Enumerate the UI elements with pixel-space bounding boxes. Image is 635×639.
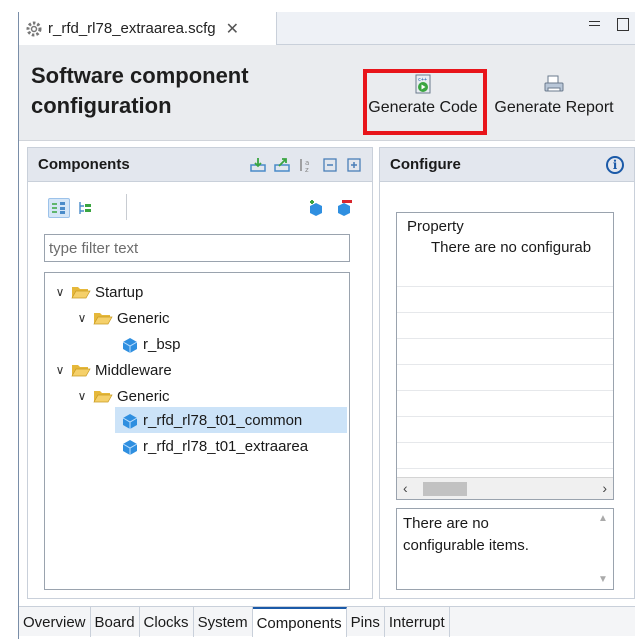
property-row (397, 391, 613, 417)
property-row (397, 417, 613, 443)
property-row (397, 261, 613, 287)
toolbar-separator (126, 194, 127, 220)
tab-pins[interactable]: Pins (347, 607, 385, 637)
folder-open-icon (93, 313, 113, 325)
sort-icon[interactable]: a z (298, 157, 314, 173)
gear-icon (26, 21, 42, 36)
scroll-left-icon[interactable]: ‹ (403, 480, 408, 496)
folder-open-icon (71, 365, 91, 377)
tab-board[interactable]: Board (91, 607, 140, 637)
filter-input[interactable] (44, 234, 350, 262)
chevron-down-icon[interactable]: ∨ (75, 311, 89, 325)
tab-clocks[interactable]: Clocks (140, 607, 194, 637)
components-panel-header: Components a z (28, 148, 372, 182)
configuration-header: Software component configuration c++ Gen… (19, 45, 635, 141)
tab-interrupt[interactable]: Interrupt (385, 607, 450, 637)
editor-tabstrip: r_rfd_rl78_extraarea.scfg ✕ (19, 12, 635, 45)
export-icon[interactable] (274, 157, 290, 173)
category-view-icon (52, 202, 65, 214)
import-icon[interactable] (250, 157, 266, 173)
view-mode-toolbar (48, 198, 96, 218)
editor-tab[interactable]: r_rfd_rl78_extraarea.scfg ✕ (19, 12, 277, 45)
category-view-button[interactable] (48, 198, 70, 218)
components-toolbar: a z (250, 157, 362, 173)
window-controls (588, 16, 630, 31)
configure-panel: Configure i Property There are no config… (379, 147, 635, 599)
tree-label: Generic (117, 309, 170, 327)
component-add-remove (306, 198, 354, 216)
components-panel: Components a z type filter text ∨ Startu… (27, 147, 373, 599)
editor-tab-title: r_rfd_rl78_extraarea.scfg (48, 20, 216, 37)
tree-node-r-bsp[interactable]: r_bsp (121, 331, 181, 357)
folder-open-icon (93, 391, 113, 403)
property-table: Property There are no configurab ‹ › (396, 212, 614, 500)
tab-components[interactable]: Components (252, 607, 347, 637)
component-cube-icon (122, 440, 138, 455)
property-row (397, 313, 613, 339)
tree-label: Generic (117, 387, 170, 405)
component-cube-icon (122, 338, 138, 353)
property-empty-message: There are no configurab (431, 239, 592, 256)
generate-report-button[interactable]: Generate Report (489, 73, 619, 117)
tree-label: r_rfd_rl78_t01_extraarea (143, 437, 309, 455)
folder-open-icon (71, 287, 91, 299)
svg-text:z: z (305, 166, 309, 173)
tree-label: Startup (95, 283, 144, 301)
component-cube-icon (122, 414, 138, 429)
scroll-right-icon[interactable]: › (602, 480, 607, 496)
editor-frame: r_rfd_rl78_extraarea.scfg ✕ Software com… (18, 12, 635, 639)
chevron-down-icon[interactable]: ∨ (53, 285, 67, 299)
minimize-icon[interactable] (588, 16, 602, 30)
add-component-icon[interactable] (306, 198, 324, 216)
chevron-down-icon[interactable]: ∨ (75, 389, 89, 403)
tree-node-generic-middleware[interactable]: ∨ Generic (75, 383, 170, 409)
property-row (397, 443, 613, 469)
tree-node-startup[interactable]: ∨ Startup (53, 279, 144, 305)
property-column-header: Property (407, 218, 464, 235)
collapse-all-icon[interactable] (322, 157, 338, 173)
description-box: There are no configurable items. ▲ ▼ (396, 508, 614, 590)
maximize-icon[interactable] (616, 16, 630, 31)
remove-component-icon[interactable] (336, 198, 354, 216)
property-row (397, 365, 613, 391)
info-icon[interactable]: i (606, 156, 624, 174)
scroll-up-icon[interactable]: ▲ (598, 513, 608, 524)
tree-label: r_rfd_rl78_t01_common (143, 411, 303, 429)
components-panel-title: Components (38, 156, 130, 173)
tree-label: r_bsp (143, 335, 181, 353)
tree-node-r-rfd-rl78-t01-extraarea[interactable]: r_rfd_rl78_t01_extraarea (121, 433, 308, 459)
scrollbar-thumb[interactable] (423, 482, 467, 496)
tree-node-middleware[interactable]: ∨ Middleware (53, 357, 172, 383)
description-text: There are no configurable items. (403, 515, 529, 554)
scroll-down-icon[interactable]: ▼ (598, 574, 608, 585)
tree-node-r-rfd-rl78-t01-common[interactable]: r_rfd_rl78_t01_common (115, 407, 347, 433)
horizontal-scrollbar[interactable]: ‹ › (397, 477, 613, 499)
property-row (397, 339, 613, 365)
expand-all-icon[interactable] (346, 157, 362, 173)
vertical-scrollbar[interactable]: ▲ ▼ (595, 509, 613, 589)
generate-report-icon (544, 75, 564, 92)
close-icon[interactable]: ✕ (226, 19, 239, 39)
component-tree: ∨ Startup ∨ Generic r_bsp ∨ Middleware ∨ (44, 272, 350, 590)
property-row (397, 287, 613, 313)
bottom-tab-bar: Overview Board Clocks System Components … (19, 606, 635, 637)
configure-panel-title: Configure (390, 156, 461, 173)
generate-code-highlight (363, 69, 487, 135)
tree-node-generic[interactable]: ∨ Generic (75, 305, 170, 331)
generate-report-label: Generate Report (494, 99, 614, 116)
tree-view-icon (79, 202, 91, 214)
tab-system[interactable]: System (194, 607, 253, 637)
configure-panel-header: Configure i (380, 148, 634, 182)
chevron-down-icon[interactable]: ∨ (53, 363, 67, 377)
tree-label: Middleware (95, 361, 172, 379)
page-title: Software component configuration (31, 63, 249, 118)
tree-view-button[interactable] (74, 198, 96, 218)
tab-overview[interactable]: Overview (19, 607, 91, 637)
